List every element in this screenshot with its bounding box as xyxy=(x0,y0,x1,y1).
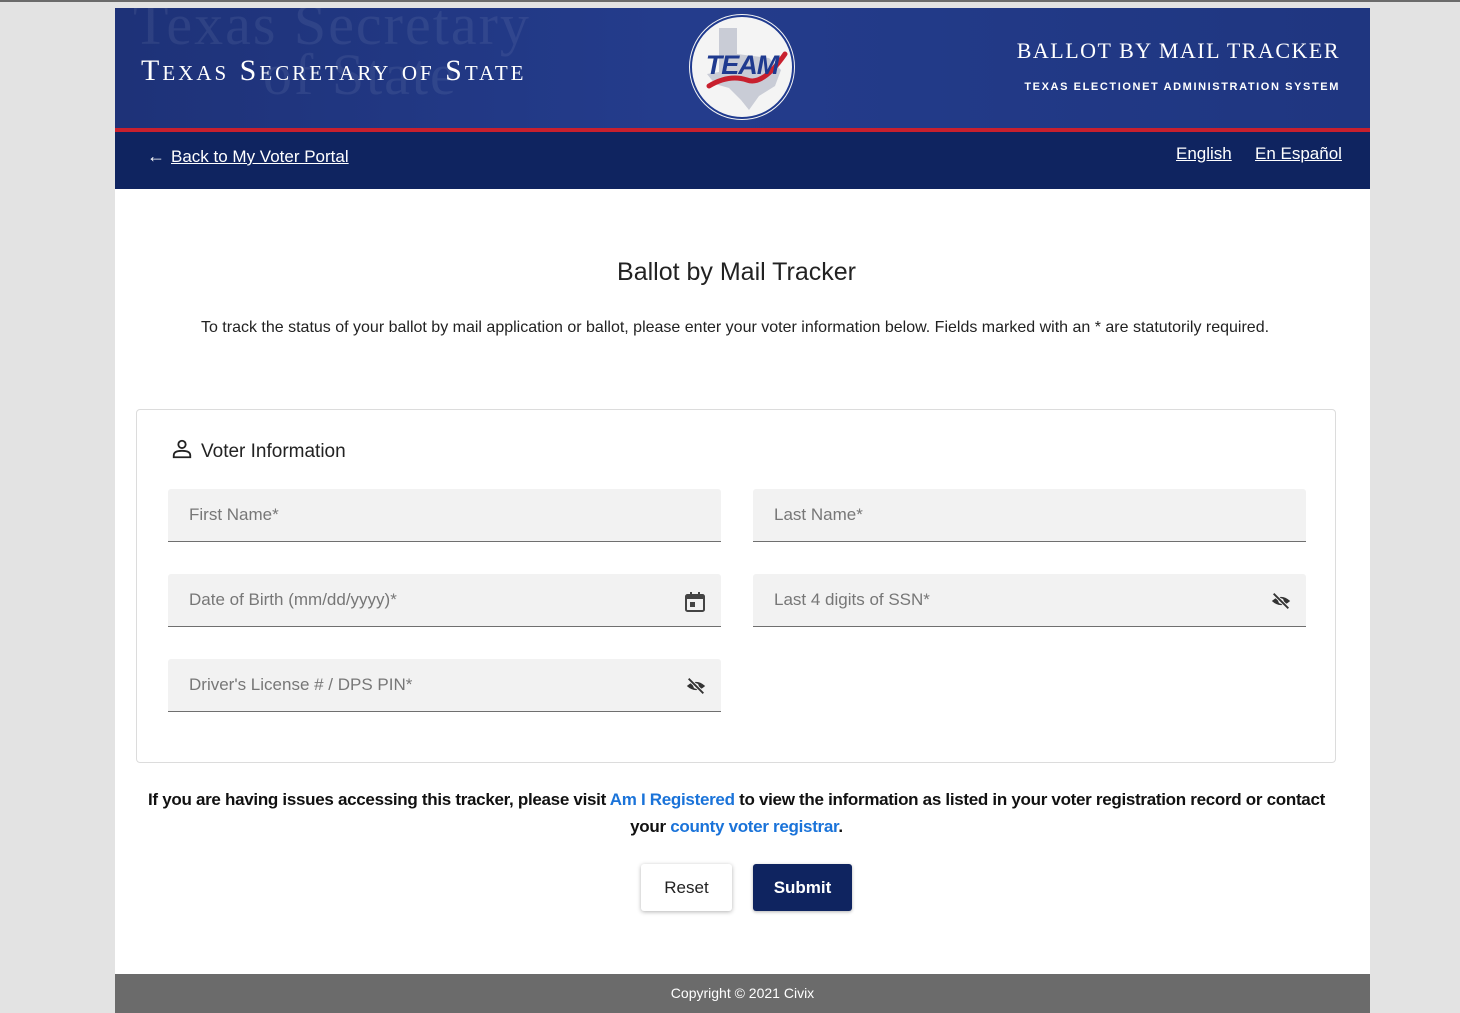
person-icon xyxy=(172,439,192,459)
ssn-last4-field xyxy=(753,574,1306,627)
am-i-registered-link[interactable]: Am I Registered xyxy=(610,790,735,809)
language-english-link[interactable]: English xyxy=(1176,144,1232,164)
back-link-label: Back to My Voter Portal xyxy=(171,147,349,166)
voter-information-heading: Voter Information xyxy=(171,438,346,463)
language-spanish-link[interactable]: En Español xyxy=(1255,144,1342,164)
top-navbar: ← Back to My Voter Portal English En Espa… xyxy=(115,132,1370,189)
site-banner: Texas Secretary of State Texas Secretary… xyxy=(115,8,1370,128)
help-text: If you are having issues accessing this … xyxy=(135,786,1338,840)
date-of-birth-field xyxy=(168,574,721,627)
arrow-left-icon: ← xyxy=(147,146,165,166)
help-text-before: If you are having issues accessing this … xyxy=(148,790,610,809)
voter-information-title: Voter Information xyxy=(201,441,346,462)
eye-off-icon[interactable] xyxy=(685,675,707,702)
copyright-text: Copyright © 2021 Civix xyxy=(670,985,815,1001)
tracker-title: BALLOT BY MAIL TRACKER xyxy=(1016,38,1340,63)
calendar-icon[interactable] xyxy=(683,590,707,619)
page-title: Ballot by Mail Tracker xyxy=(617,258,856,286)
back-to-portal-link[interactable]: ← Back to My Voter Portal xyxy=(147,146,349,167)
reset-button[interactable]: Reset xyxy=(641,864,732,911)
drivers-license-input[interactable] xyxy=(168,659,721,711)
logo-text: TEAM xyxy=(705,50,780,80)
ssn-last4-input[interactable] xyxy=(753,574,1306,626)
first-name-field xyxy=(168,489,721,542)
tracker-subtitle: TEXAS ELECTIONET ADMINISTRATION SYSTEM xyxy=(1024,81,1340,93)
eye-off-icon[interactable] xyxy=(1270,590,1292,617)
team-logo: TEAM xyxy=(689,14,795,120)
submit-button[interactable]: Submit xyxy=(753,864,852,911)
county-voter-registrar-link[interactable]: county voter registrar xyxy=(670,817,838,836)
first-name-input[interactable] xyxy=(168,489,721,541)
browser-top-edge xyxy=(0,0,1460,7)
date-of-birth-input[interactable] xyxy=(168,574,721,626)
footer: Copyright © 2021 Civix xyxy=(115,974,1370,1013)
last-name-field xyxy=(753,489,1306,542)
page-container: Texas Secretary of State Texas Secretary… xyxy=(115,8,1370,1013)
voter-information-card: Voter Information xyxy=(136,409,1336,763)
last-name-input[interactable] xyxy=(753,489,1306,541)
drivers-license-field xyxy=(168,659,721,712)
site-title: Texas Secretary of State xyxy=(141,54,527,87)
help-text-after: . xyxy=(838,817,843,836)
intro-text: To track the status of your ballot by ma… xyxy=(200,319,1270,336)
